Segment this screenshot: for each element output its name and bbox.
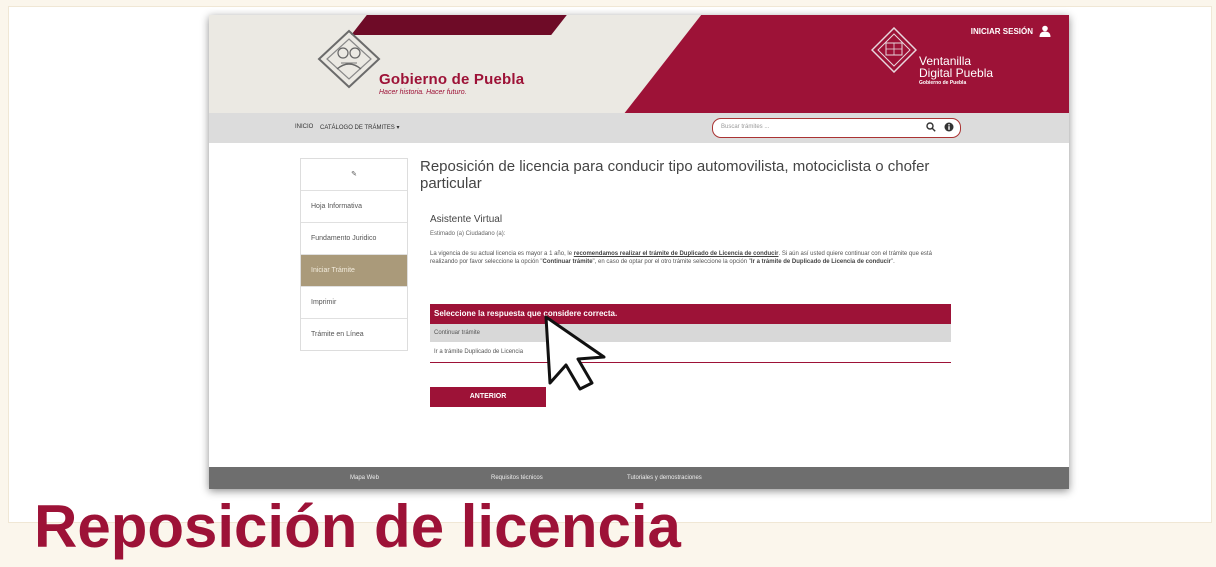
sidebar-item-iniciar-tramite[interactable]: Iniciar Trámite bbox=[301, 254, 407, 286]
assistant-heading: Asistente Virtual bbox=[430, 214, 503, 225]
footer-sitemap[interactable]: Mapa Web bbox=[350, 475, 379, 481]
user-icon[interactable] bbox=[1039, 25, 1051, 37]
brand-block: Gobierno de Puebla Hacer historia. Hacer… bbox=[379, 71, 524, 96]
notice-paragraph: La vigencia de su actual licencia es may… bbox=[430, 250, 955, 266]
nav-catalog[interactable]: CATÁLOGO DE TRÁMITES ▾ bbox=[320, 124, 399, 131]
notice-recommendation: recomendamos realizar el trámite de Dupl… bbox=[573, 251, 779, 257]
site-header: Gobierno de Puebla Hacer historia. Hacer… bbox=[209, 15, 1069, 113]
search-icon[interactable] bbox=[926, 122, 936, 132]
search-input[interactable]: Buscar trámites ... bbox=[721, 124, 769, 130]
sidebar-item-imprimir[interactable]: Imprimir bbox=[301, 286, 407, 318]
brand-subtitle: Hacer historia. Hacer futuro. bbox=[379, 89, 467, 96]
greeting: Estimado (a) Ciudadano (a): bbox=[430, 231, 506, 237]
footer-tech-requirements[interactable]: Requisitos técnicos bbox=[491, 475, 543, 481]
sidebar-item-hoja-informativa[interactable]: Hoja Informativa bbox=[301, 190, 407, 222]
ventanilla-logo-icon bbox=[871, 27, 917, 73]
info-icon[interactable] bbox=[944, 122, 954, 132]
question-box: Seleccione la respuesta que considere co… bbox=[430, 304, 951, 363]
notice-text-3: ", en caso de optar por el otro trámite … bbox=[592, 259, 751, 265]
puebla-emblem-icon[interactable] bbox=[317, 29, 381, 89]
pointer-cursor-icon bbox=[544, 315, 606, 391]
question-header: Seleccione la respuesta que considere co… bbox=[430, 304, 951, 324]
search-box[interactable]: Buscar trámites ... bbox=[712, 118, 961, 138]
header-dark-band bbox=[351, 15, 567, 35]
sidebar-item-edit[interactable]: ✎ bbox=[301, 159, 407, 190]
notice-option-duplicate: Ir a trámite de Duplicado de Licencia de… bbox=[750, 259, 891, 265]
browser-screenshot: Gobierno de Puebla Hacer historia. Hacer… bbox=[209, 15, 1069, 489]
nav-home[interactable]: INICIO bbox=[295, 124, 313, 130]
video-frame: Gobierno de Puebla Hacer historia. Hacer… bbox=[8, 6, 1212, 560]
page-title: Reposición de licencia para conducir tip… bbox=[420, 158, 930, 192]
main-nav: INICIO CATÁLOGO DE TRÁMITES ▾ Buscar trá… bbox=[209, 113, 1069, 143]
option-continue-tramite[interactable]: Continuar trámite bbox=[430, 324, 951, 342]
brand-title[interactable]: Gobierno de Puebla bbox=[379, 71, 524, 88]
portal-name: Ventanilla Digital Puebla Gobierno de Pu… bbox=[919, 55, 993, 86]
notice-text-4: ". bbox=[890, 259, 895, 265]
notice-text-1: La vigencia de su actual licencia es may… bbox=[430, 251, 574, 257]
option-duplicado[interactable]: Ir a trámite Duplicado de Licencia bbox=[430, 342, 951, 363]
footer-tutorials[interactable]: Tutoriales y demostraciones bbox=[627, 475, 702, 481]
previous-button[interactable]: ANTERIOR bbox=[430, 387, 546, 407]
sidebar-item-fundamento[interactable]: Fundamento Juridico bbox=[301, 222, 407, 254]
portal-name-line2: Digital Puebla bbox=[919, 66, 994, 80]
site-footer: Mapa Web Requisitos técnicos Tutoriales … bbox=[209, 467, 1069, 489]
notice-option-continue: Continuar trámite bbox=[542, 259, 593, 265]
sidebar-menu: ✎ Hoja Informativa Fundamento Juridico I… bbox=[300, 158, 408, 351]
search-actions bbox=[926, 122, 954, 132]
sidebar-item-tramite-en-linea[interactable]: Trámite en Línea bbox=[301, 318, 407, 350]
login-label[interactable]: INICIAR SESIÓN bbox=[971, 27, 1033, 36]
portal-name-line3: Gobierno de Puebla bbox=[919, 80, 967, 86]
overlay-heading: Reposición de licencia bbox=[34, 493, 681, 560]
pencil-icon[interactable]: ✎ bbox=[351, 171, 357, 178]
login-link[interactable]: INICIAR SESIÓN bbox=[971, 25, 1051, 37]
